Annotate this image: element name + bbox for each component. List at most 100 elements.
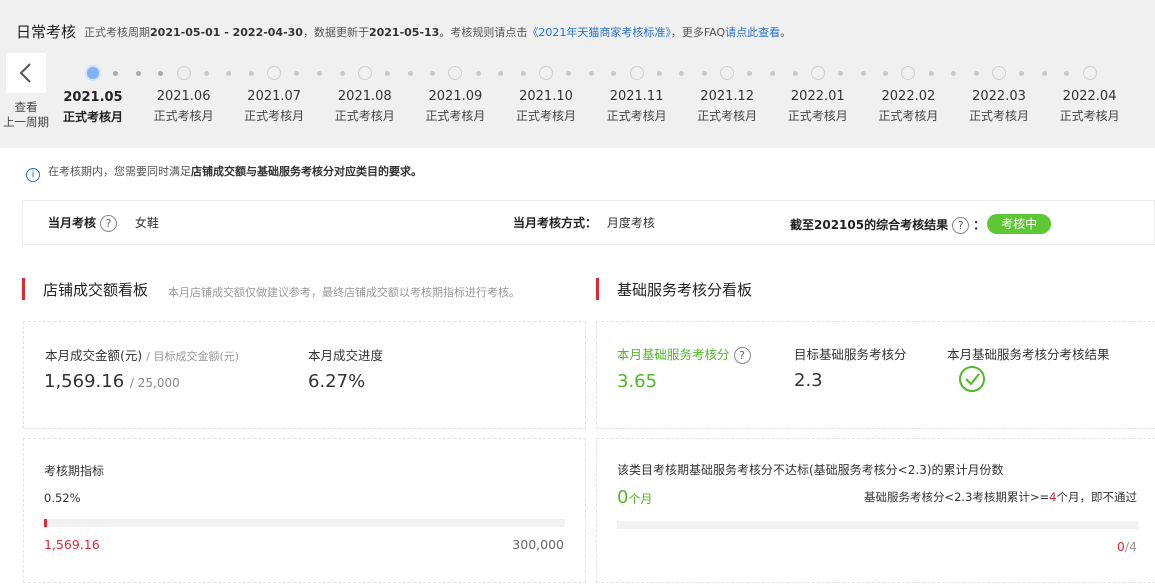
failed-months-count: 0个月 bbox=[617, 487, 653, 508]
timeline-month-label: 2021.11 bbox=[609, 89, 664, 104]
timeline-month-2021-06[interactable]: 2021.06 正式考核月 bbox=[146, 64, 222, 124]
timeline-connector-dot bbox=[475, 71, 481, 76]
timeline-month-label: 2021.09 bbox=[428, 89, 483, 104]
timeline-connector-dot bbox=[135, 71, 141, 76]
section-note: 本月店铺成交额仅做建议参考，最终店铺成交额以考核期指标进行考核。 bbox=[168, 286, 520, 299]
timeline-connector-dot bbox=[928, 71, 934, 76]
timeline-node bbox=[539, 66, 553, 80]
progress-value: 6.27% bbox=[308, 371, 366, 392]
timeline-node bbox=[901, 66, 916, 80]
timeline-connector-dot bbox=[860, 71, 866, 76]
status-badge: 考核中 bbox=[987, 214, 1052, 234]
timeline-month-2022-04[interactable]: 2022.04 正式考核月 bbox=[1052, 64, 1128, 124]
info-icon: i bbox=[26, 168, 40, 182]
timeline-status-label: 正式考核月 bbox=[62, 110, 123, 124]
target-score-value: 2.3 bbox=[794, 370, 823, 391]
timeline-node bbox=[1082, 66, 1097, 80]
timeline-connector-dot bbox=[226, 71, 232, 76]
cycle-header-panel: 日常考核 正式考核周期2021-05-01 - 2022-04-30，数据更新于2… bbox=[0, 0, 1155, 148]
timeline-month-2021-12[interactable]: 2021.12 正式考核月 bbox=[689, 64, 765, 124]
timeline-month-2021-09[interactable]: 2021.09 正式考核月 bbox=[417, 64, 493, 124]
assessment-notice: i 在考核期内，您需要同时满足店铺成交额与基础服务考核分对应类目的要求。 bbox=[26, 163, 422, 182]
faq-link[interactable]: 请点此查看 bbox=[725, 26, 780, 39]
timeline-month-label: 2022.04 bbox=[1062, 89, 1117, 104]
page-title: 日常考核 bbox=[16, 23, 77, 41]
timeline-month-label: 2021.07 bbox=[247, 89, 302, 104]
timeline-node bbox=[85, 65, 101, 81]
timeline-month-2021-11[interactable]: 2021.11 正式考核月 bbox=[599, 64, 675, 124]
timeline-status-label: 正式考核月 bbox=[515, 109, 576, 123]
timeline-connector-dot bbox=[679, 71, 685, 76]
timeline-month-label: 2022.01 bbox=[790, 89, 845, 104]
summary-bar: 当月考核? 女鞋 当月考核方式： 月度考核 截至202105的综合考核结果?：考… bbox=[22, 200, 1155, 245]
timeline-status-label: 正式考核月 bbox=[697, 109, 758, 123]
timeline-node bbox=[720, 66, 735, 80]
timeline-node bbox=[176, 66, 191, 80]
score-label: 本月基础服务考核分? bbox=[617, 344, 751, 364]
timeline-node bbox=[357, 66, 372, 80]
timeline-connector-dot bbox=[407, 71, 413, 76]
timeline-node bbox=[448, 66, 463, 80]
monthly-sales-card: 本月成交金额(元) / 目标成交金额(元) 1,569.16 / 25,000 … bbox=[23, 321, 586, 429]
target-score-label: 目标基础服务考核分 bbox=[794, 347, 907, 362]
assessment-method: 当月考核方式： 月度考核 bbox=[513, 216, 655, 230]
timeline-connector-dot bbox=[588, 71, 594, 76]
timeline-month-2021-08[interactable]: 2021.08 正式考核月 bbox=[327, 64, 403, 124]
timeline-month-label: 2022.03 bbox=[972, 89, 1026, 104]
timeline-month-2021-07[interactable]: 2021.07 正式考核月 bbox=[236, 64, 312, 124]
timeline-month-2022-01[interactable]: 2022.01 正式考核月 bbox=[780, 64, 856, 124]
timeline-status-label: 正式考核月 bbox=[244, 109, 305, 123]
timeline-node bbox=[992, 66, 1006, 80]
rule-link[interactable]: 《2021年天猫商家考核标准》 bbox=[527, 26, 671, 39]
timeline-status-label: 正式考核月 bbox=[606, 109, 667, 123]
timeline-status-label: 正式考核月 bbox=[968, 109, 1029, 123]
overall-result: 截至202105的综合考核结果?：考核中 bbox=[790, 214, 1052, 234]
timeline-status-label: 正式考核月 bbox=[1059, 109, 1120, 123]
update-date: 2021-05-13 bbox=[368, 26, 440, 39]
timeline-month-2022-02[interactable]: 2022.02 正式考核月 bbox=[870, 64, 946, 124]
timeline-month-label: 2021.10 bbox=[519, 89, 573, 104]
timeline-connector-dot bbox=[770, 71, 775, 76]
section-marker bbox=[596, 278, 599, 300]
period-progress-fill bbox=[44, 519, 47, 527]
timeline-month-label: 2021.05 bbox=[63, 90, 123, 105]
timeline-month-2021-05[interactable]: 2021.05 正式考核月 bbox=[55, 64, 131, 125]
question-icon[interactable]: ? bbox=[733, 347, 751, 364]
header-line: 日常考核 正式考核周期2021-05-01 - 2022-04-30，数据更新于2… bbox=[16, 23, 792, 41]
assessment-period: 2021-05-01 - 2022-04-30 bbox=[150, 26, 303, 39]
timeline-node bbox=[810, 66, 825, 80]
timeline-month-label: 2021.06 bbox=[156, 89, 211, 104]
period-target-label: 考核期指标 bbox=[44, 464, 105, 478]
question-icon[interactable]: ? bbox=[952, 217, 970, 234]
timeline-connector-dot bbox=[951, 71, 957, 76]
store-sales-section-header: 店铺成交额看板 本月店铺成交额仅做建议参考，最终店铺成交额以考核期指标进行考核。 bbox=[22, 277, 582, 301]
period-current-value: 1,569.16 bbox=[44, 537, 100, 552]
timeline-connector-dot bbox=[384, 71, 390, 76]
timeline-node bbox=[267, 66, 282, 80]
timeline-month-label: 2021.08 bbox=[337, 89, 392, 104]
timeline-connector-dot bbox=[1041, 71, 1047, 76]
timeline-status-label: 正式考核月 bbox=[153, 109, 214, 123]
timeline-connector-dot bbox=[498, 71, 504, 76]
current-month-assessment: 当月考核? 女鞋 bbox=[48, 215, 159, 232]
progress-label: 本月成交进度 bbox=[308, 348, 384, 363]
timeline-status-label: 正式考核月 bbox=[787, 109, 848, 123]
service-score-card: 本月基础服务考核分? 3.65 目标基础服务考核分 2.3 本月基础服务考核分考… bbox=[596, 321, 1155, 429]
timeline-node bbox=[629, 66, 644, 80]
section-marker bbox=[22, 278, 25, 300]
score-value: 3.65 bbox=[617, 371, 658, 392]
section-title: 基础服务考核分看板 bbox=[617, 281, 753, 299]
timeline-month-2021-10[interactable]: 2021.10 正式考核月 bbox=[508, 64, 584, 124]
question-icon[interactable]: ? bbox=[100, 215, 118, 232]
period-percentage: 0.52% bbox=[44, 491, 81, 505]
timeline-month-2022-03[interactable]: 2022.03 正式考核月 bbox=[961, 64, 1037, 124]
check-circle-icon bbox=[959, 366, 985, 392]
period-progress-bar bbox=[44, 519, 565, 527]
timeline-status-label: 正式考核月 bbox=[334, 109, 395, 123]
fail-rule-text: 基础服务考核分<2.3考核期累计>=4个月，即不通过 bbox=[863, 490, 1137, 504]
failed-months-progress-bar bbox=[617, 521, 1138, 529]
service-score-section-header: 基础服务考核分看板 bbox=[596, 277, 1155, 301]
category-value: 女鞋 bbox=[134, 216, 159, 230]
failed-months-card: 该类目考核期基础服务考核分不达标(基础服务考核分<2.3)的累计月份数 0个月 … bbox=[596, 438, 1155, 583]
amount-value: 1,569.16 / 25,000 bbox=[44, 371, 180, 392]
